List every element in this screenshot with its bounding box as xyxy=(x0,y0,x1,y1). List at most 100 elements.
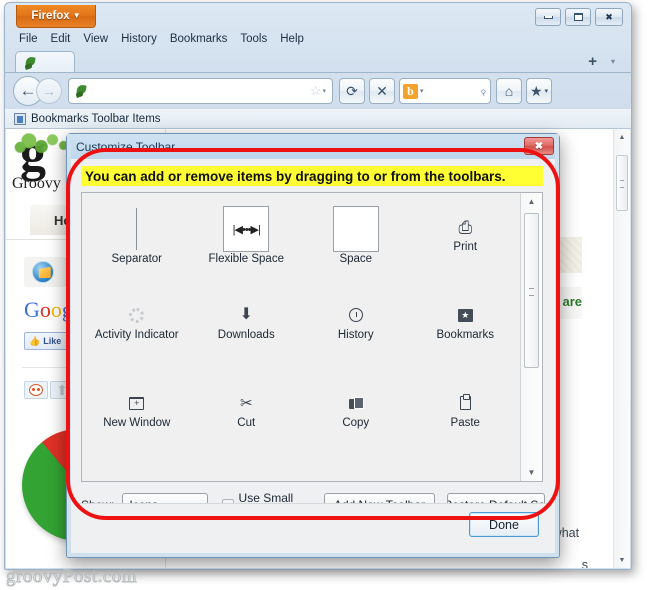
palette-item-paste[interactable]: Paste xyxy=(411,369,521,457)
chevron-down-icon[interactable]: ▾ xyxy=(420,87,424,95)
reload-button[interactable]: ⟳ xyxy=(339,78,365,104)
palette-item-new-window[interactable]: + New Window xyxy=(82,369,192,457)
stop-icon: ✕ xyxy=(376,82,388,99)
menu-view-label: View xyxy=(83,33,109,45)
home-button[interactable]: ⌂ xyxy=(496,78,522,104)
palette-item-label: Print xyxy=(453,241,478,253)
palette-item-label: Separator xyxy=(111,253,162,265)
tab-list-button[interactable]: ▾ xyxy=(611,57,615,66)
menu-file[interactable]: File xyxy=(19,33,38,45)
google-heading-o2: o xyxy=(50,297,62,322)
flexible-space-icon: |◀•••▶| xyxy=(223,206,270,252)
forward-button[interactable]: → xyxy=(36,78,62,104)
done-button[interactable]: Done xyxy=(469,512,539,537)
bing-icon: b xyxy=(403,83,418,99)
close-window-button[interactable]: ✖ xyxy=(595,8,623,26)
maximize-icon xyxy=(573,13,583,21)
site-logo[interactable]: g xyxy=(14,129,76,180)
menu-view[interactable]: View xyxy=(83,33,108,45)
new-window-icon: + xyxy=(129,391,145,415)
scroll-up-icon[interactable]: ▲ xyxy=(614,129,630,145)
menu-edit-label: Edit xyxy=(50,33,71,45)
bookmark-star-icon[interactable]: ☆ xyxy=(310,83,322,99)
back-forward-group: ← → xyxy=(13,76,62,106)
browser-tab[interactable] xyxy=(15,51,75,73)
palette-item-downloads[interactable]: ⬇ Downloads xyxy=(192,281,302,369)
palette-item-cut[interactable]: ✂ Cut xyxy=(192,369,302,457)
palette-item-bookmarks[interactable]: ★ Bookmarks xyxy=(411,281,521,369)
dialog-instruction-banner: You can add or remove items by dragging … xyxy=(81,166,543,186)
chevron-down-icon: ▼ xyxy=(72,11,81,20)
chevron-down-icon: ▾ xyxy=(544,88,549,95)
stop-button[interactable]: ✕ xyxy=(369,78,395,104)
menu-history[interactable]: History xyxy=(121,33,157,45)
google-heading-g: G xyxy=(24,297,40,322)
menu-bar: File Edit View History Bookmarks Tools H… xyxy=(19,33,304,45)
address-bar[interactable]: ☆ ▾ xyxy=(68,78,333,104)
customize-toolbar-dialog: Customize Toolbar ✖ You can add or remov… xyxy=(66,133,560,558)
logo-wordmark: Groovy xyxy=(12,175,61,192)
minimize-button[interactable] xyxy=(535,8,561,26)
space-icon xyxy=(332,206,379,252)
scroll-down-icon[interactable]: ▼ xyxy=(614,552,630,568)
done-button-label: Done xyxy=(489,517,519,532)
bookmarks-toolbar-items-label[interactable]: Bookmarks Toolbar Items xyxy=(31,113,161,125)
chevron-down-icon[interactable]: ▾ xyxy=(322,87,326,95)
menu-edit[interactable]: Edit xyxy=(51,33,71,45)
palette-item-print[interactable]: ⎙ Print xyxy=(411,193,521,281)
new-tab-label: + xyxy=(588,53,597,70)
google-heading-o1: o xyxy=(39,297,51,322)
article-heading-fragment: are xyxy=(562,294,582,309)
maximize-button[interactable] xyxy=(565,8,591,26)
palette-item-flexible-space[interactable]: |◀•••▶| Flexible Space xyxy=(192,193,302,281)
reddit-share-button[interactable] xyxy=(24,381,48,399)
forward-arrow-icon: → xyxy=(42,83,56,99)
palette-item-label: Copy xyxy=(342,417,370,429)
window-controls: ✖ xyxy=(535,8,623,26)
page-scrollbar-thumb[interactable] xyxy=(616,155,628,211)
dialog-body: You can add or remove items by dragging … xyxy=(71,159,555,553)
firefox-app-menu-button[interactable]: Firefox ▼ xyxy=(16,5,96,28)
menu-help[interactable]: Help xyxy=(280,33,304,45)
bookmark-star-icon: ★ xyxy=(529,82,543,99)
chevron-down-icon: ▾ xyxy=(610,57,615,66)
menu-tools-label: Tools xyxy=(240,33,268,45)
palette-item-label: Bookmarks xyxy=(436,329,495,341)
site-favicon-icon xyxy=(24,56,38,70)
back-arrow-icon: ← xyxy=(19,81,37,100)
palette-item-copy[interactable]: Copy xyxy=(301,369,411,457)
print-icon: ⎙ xyxy=(458,217,473,237)
palette-item-label: New Window xyxy=(103,417,171,429)
palette-item-label: Flexible Space xyxy=(208,253,284,265)
bookmarks-toolbar: Bookmarks Toolbar Items xyxy=(5,109,631,129)
reddit-icon xyxy=(29,384,43,396)
like-button-label: Like xyxy=(43,336,62,346)
windows-logo-icon xyxy=(32,261,54,283)
dialog-instruction-text: You can add or remove items by dragging … xyxy=(85,168,506,184)
palette-scrollbar[interactable]: ▲ ▼ xyxy=(520,193,542,481)
palette-item-activity-indicator[interactable]: Activity Indicator xyxy=(82,281,192,369)
bookmarks-menu-button[interactable]: ★ ▾ xyxy=(526,78,552,104)
search-bar[interactable]: b ▾ ⌕ xyxy=(399,78,491,104)
thumbs-up-icon: 👍 xyxy=(29,335,41,346)
bookmarks-icon: ★ xyxy=(457,303,473,327)
close-icon: ✖ xyxy=(605,11,613,22)
menu-tools[interactable]: Tools xyxy=(240,33,267,45)
palette-item-space[interactable]: Space xyxy=(301,193,411,281)
separator-icon xyxy=(136,207,138,251)
menu-bookmarks[interactable]: Bookmarks xyxy=(170,33,228,45)
scroll-up-icon[interactable]: ▲ xyxy=(521,193,542,210)
dialog-close-button[interactable]: ✖ xyxy=(524,137,554,155)
palette-item-separator[interactable]: Separator xyxy=(82,193,192,281)
reload-icon: ⟳ xyxy=(346,82,358,99)
toolbar-item-palette[interactable]: Separator |◀•••▶| Flexible Space Space ⎙… xyxy=(81,192,543,482)
menu-file-label: File xyxy=(19,33,38,45)
palette-item-label: Activity Indicator xyxy=(94,329,179,341)
scroll-down-icon[interactable]: ▼ xyxy=(521,464,542,481)
facebook-like-button[interactable]: 👍 Like xyxy=(24,332,69,350)
palette-scrollbar-thumb[interactable] xyxy=(524,213,539,368)
palette-item-history[interactable]: History xyxy=(301,281,411,369)
new-tab-button[interactable]: + xyxy=(588,53,597,70)
page-scrollbar[interactable]: ▲ ▼ xyxy=(613,129,630,568)
search-icon: ⌕ xyxy=(475,83,491,98)
